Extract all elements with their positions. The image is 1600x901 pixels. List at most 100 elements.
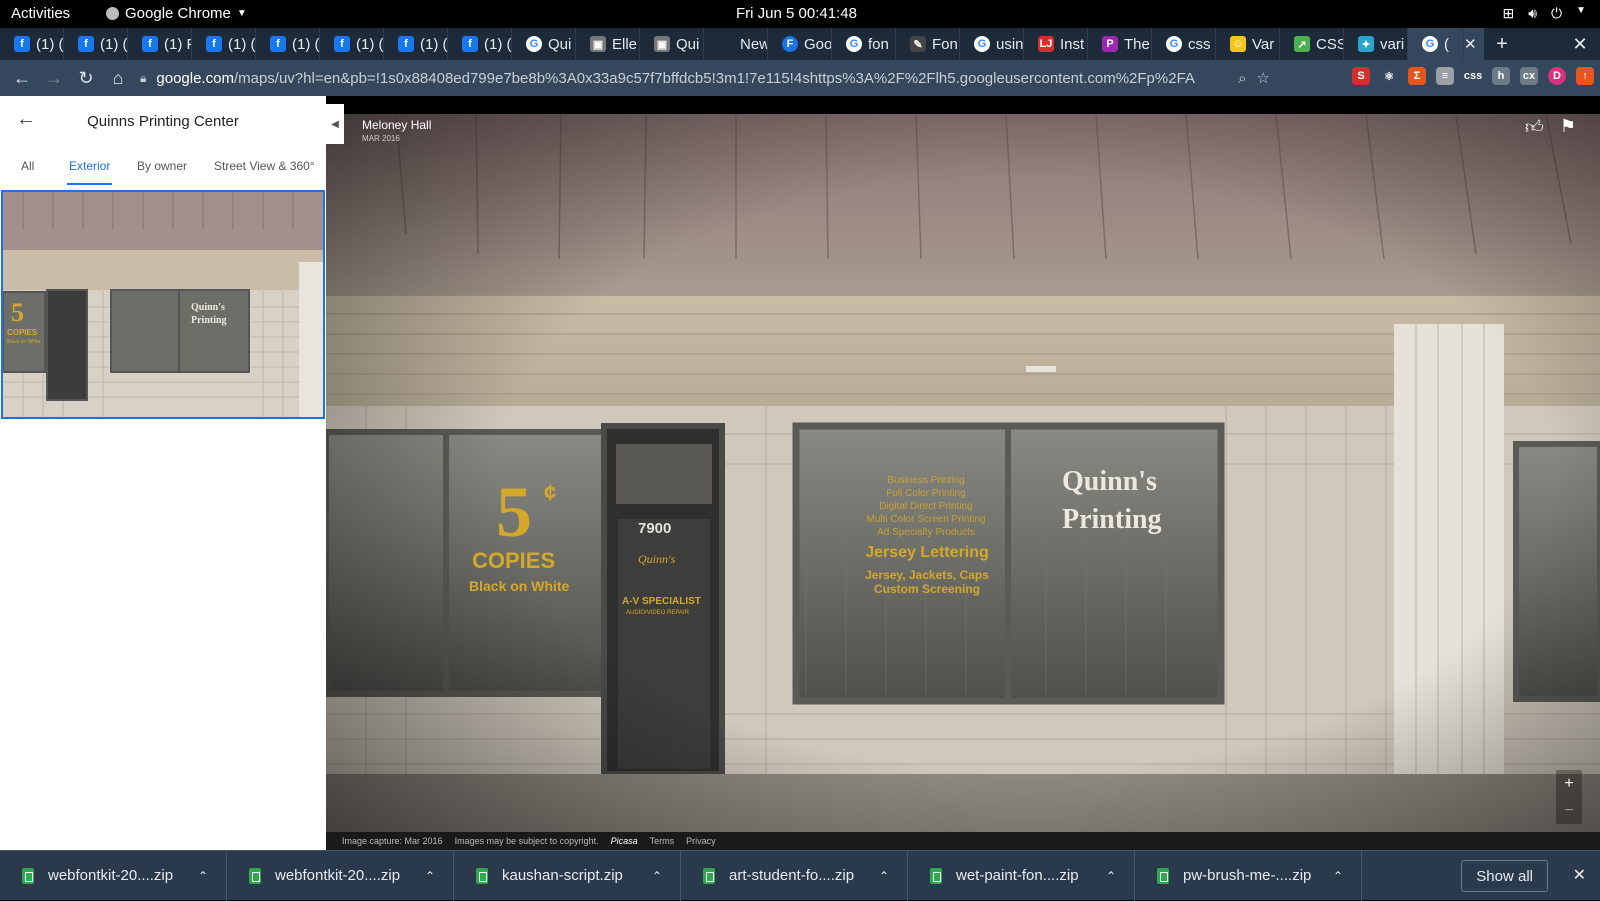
profile-avatar-icon[interactable]: D — [1548, 67, 1566, 85]
tab-exterior[interactable]: Exterior — [66, 148, 113, 185]
tab-18[interactable]: Gcss — [1152, 28, 1216, 60]
sigma-ext-icon[interactable]: Σ — [1408, 67, 1426, 85]
panel-header: ← Quinns Printing Center — [0, 96, 326, 148]
tab-label: CSS — [1316, 35, 1344, 53]
facebook-icon: f — [462, 36, 478, 52]
tab-label: vari — [1380, 35, 1405, 53]
h-ext-icon[interactable]: h — [1492, 67, 1510, 85]
photo-author[interactable]: Meloney Hall — [362, 118, 431, 132]
zoom-icon[interactable]: ⌕ — [1238, 70, 1246, 87]
download-item[interactable]: webfontkit-20....zip ⌃ — [227, 850, 454, 901]
tab-2[interactable]: f (1) F — [128, 28, 192, 60]
thumb-sign-copies: COPIES — [7, 328, 38, 337]
network-icon: ⊞ — [1502, 5, 1515, 21]
p-icon: P — [1102, 36, 1118, 52]
privacy-link[interactable]: Privacy — [686, 836, 716, 846]
address-bar[interactable]: 🔒︎ google.com/maps/uv?hl=en&pb=!1s0x8840… — [140, 63, 1270, 93]
tab-13[interactable]: Gfon — [832, 28, 896, 60]
close-downloads-icon[interactable]: ✕ — [1573, 865, 1586, 885]
react-ext-icon[interactable]: ⚛ — [1380, 67, 1398, 85]
tab-14[interactable]: ✎ Fon — [896, 28, 960, 60]
tab-label: (1) ( — [100, 35, 128, 53]
photo-viewer[interactable]: ◀ 5 ¢ COPIES Black on White 7900 Quinn's… — [326, 96, 1600, 850]
tab-12[interactable]: F Goo — [768, 28, 832, 60]
clock[interactable]: Fri Jun 5 00:41:48 — [736, 5, 857, 22]
photo-thumbnail[interactable]: 5 COPIES Black on White Quinn's Printing — [1, 190, 325, 419]
activities-button[interactable]: Activities — [11, 5, 70, 22]
chevron-up-icon[interactable]: ⌃ — [425, 869, 435, 883]
tab-street-view[interactable]: Street View & 360° — [214, 148, 315, 173]
download-item[interactable]: kaushan-script.zip ⌃ — [454, 850, 681, 901]
tab-label: Qui — [676, 35, 700, 53]
tab-all[interactable]: All — [21, 148, 34, 173]
tab-16[interactable]: LJ Inst — [1024, 28, 1088, 60]
terms-link[interactable]: Terms — [650, 836, 675, 846]
download-item[interactable]: webfontkit-20....zip ⌃ — [0, 850, 227, 901]
system-tray[interactable]: ⊞ 🔊︎ ⏻ ▼ — [1502, 5, 1586, 22]
back-button[interactable]: ← — [6, 62, 38, 94]
sign-service-line: Full Color Printing — [886, 488, 966, 499]
tab-label: Goo — [804, 35, 832, 53]
tab-label: (1) ( — [356, 35, 384, 53]
tab-0[interactable]: f (1) ( — [0, 28, 64, 60]
thumbs-up-icon[interactable]: 👍︎ — [1525, 116, 1544, 138]
chevron-up-icon[interactable]: ⌃ — [1333, 869, 1343, 883]
tab-5[interactable]: f (1) ( — [320, 28, 384, 60]
collapse-panel-button[interactable]: ◀ — [326, 104, 344, 144]
tab-19[interactable]: ☺ Var — [1216, 28, 1280, 60]
tab-label: Fon — [932, 35, 958, 53]
thumb-sign-bw: Black on White — [7, 339, 41, 345]
sign-jersey-sub1: Jersey, Jackets, Caps — [865, 568, 989, 582]
zoom-in-icon[interactable]: + — [1564, 775, 1573, 793]
download-item[interactable]: art-student-fo....zip ⌃ — [681, 850, 908, 901]
tab-label: Qui — [548, 35, 572, 53]
tab-1[interactable]: f (1) ( — [64, 28, 128, 60]
show-all-button[interactable]: Show all — [1461, 860, 1548, 892]
facebook-icon: f — [270, 36, 286, 52]
tab-label: Var — [1252, 35, 1275, 53]
new-tab-button[interactable]: + — [1484, 28, 1520, 60]
home-button[interactable]: ⌂ — [102, 62, 134, 94]
photo-actions: 👍︎ ⚑ — [1525, 116, 1576, 138]
archive-file-icon — [1157, 867, 1169, 884]
forward-button[interactable]: → — [38, 62, 70, 94]
reload-button[interactable]: ↻ — [70, 62, 102, 94]
chevron-up-icon[interactable]: ⌃ — [652, 869, 662, 883]
tab-label: (1) ( — [420, 35, 448, 53]
tab-7[interactable]: f (1) ( — [448, 28, 512, 60]
list-ext-icon[interactable]: ≡ — [1436, 67, 1454, 85]
tab-strip-close-button[interactable]: ✕ — [1560, 28, 1600, 60]
download-item[interactable]: wet-paint-fon....zip ⌃ — [908, 850, 1135, 901]
zoom-controls: + − — [1556, 770, 1582, 824]
plus-icon: + — [1496, 32, 1508, 55]
s-ext-icon[interactable]: S — [1352, 67, 1370, 85]
tab-by-owner[interactable]: By owner — [137, 148, 187, 173]
tab-8[interactable]: G Qui — [512, 28, 576, 60]
chevron-up-icon[interactable]: ⌃ — [1106, 869, 1116, 883]
tab-17[interactable]: P The — [1088, 28, 1152, 60]
blank-icon — [718, 36, 734, 52]
tab-6[interactable]: f (1) ( — [384, 28, 448, 60]
tab-15[interactable]: Gusin — [960, 28, 1024, 60]
css-ext-icon[interactable]: css — [1464, 67, 1482, 85]
tab-9[interactable]: ▣ Elle — [576, 28, 640, 60]
app-menu[interactable]: Google Chrome ▼ — [106, 5, 247, 22]
power-icon: ⏻ — [1551, 5, 1563, 21]
zoom-out-icon[interactable]: − — [1564, 802, 1573, 820]
download-filename: pw-brush-me-....zip — [1183, 867, 1312, 884]
chevron-up-icon[interactable]: ⌃ — [198, 869, 208, 883]
update-icon[interactable]: ↑ — [1576, 67, 1594, 85]
tab-11[interactable]: New T — [704, 28, 768, 60]
tab-close-active[interactable]: ✕ — [1464, 28, 1484, 60]
tab-10[interactable]: ▣ Qui — [640, 28, 704, 60]
tab-active[interactable]: G ( — [1408, 28, 1464, 60]
download-item[interactable]: pw-brush-me-....zip ⌃ — [1135, 850, 1362, 901]
chevron-up-icon[interactable]: ⌃ — [879, 869, 889, 883]
tab-4[interactable]: f (1) ( — [256, 28, 320, 60]
tab-20[interactable]: ↗ CSS — [1280, 28, 1344, 60]
bookmark-star-icon[interactable]: ☆ — [1257, 69, 1270, 87]
flag-icon[interactable]: ⚑ — [1560, 116, 1576, 138]
tab-21[interactable]: ✦ vari — [1344, 28, 1408, 60]
tab-3[interactable]: f (1) ( — [192, 28, 256, 60]
cm-ext-icon[interactable]: cx — [1520, 67, 1538, 85]
